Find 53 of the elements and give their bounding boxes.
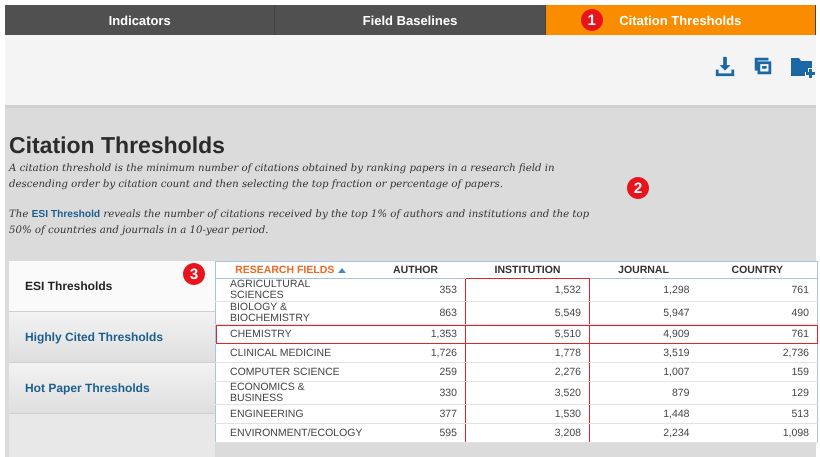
table-cell: 761 bbox=[698, 278, 818, 302]
table-cell: 490 bbox=[698, 302, 818, 324]
table-cell: 2,736 bbox=[698, 344, 818, 362]
description-text: A citation threshold is the minimum number of citations obtained by ranking papers in a research field in descending order by citation count and then selecting the top fraction or percentage of papers. bbox=[9, 162, 556, 192]
table-cell: 2,276 bbox=[466, 362, 590, 382]
table-cell: AGRICULTURAL SCIENCES bbox=[216, 278, 366, 302]
table-cell: 879 bbox=[590, 382, 698, 404]
table-cell: CHEMISTRY bbox=[216, 324, 366, 344]
column-header[interactable]: AUTHOR bbox=[393, 264, 438, 276]
page-title: Citation Thresholds bbox=[9, 132, 226, 159]
column-header[interactable]: JOURNAL bbox=[618, 264, 669, 276]
table-cell: 1,778 bbox=[466, 344, 590, 362]
table-cell: 3,520 bbox=[466, 382, 590, 404]
table-cell: 2,234 bbox=[590, 424, 698, 442]
sidebar-item[interactable]: Hot Paper Thresholds bbox=[9, 363, 215, 414]
table-cell: 3,519 bbox=[590, 344, 698, 362]
table-cell: CLINICAL MEDICINE bbox=[216, 344, 366, 362]
table-cell: 259 bbox=[366, 362, 466, 382]
table-cell: ECONOMICS & BUSINESS bbox=[216, 382, 366, 404]
table-cell: COMPUTER SCIENCE bbox=[216, 362, 366, 382]
table-cell: BIOLOGY & BIOCHEMISTRY bbox=[216, 302, 366, 324]
table-cell: 377 bbox=[366, 404, 466, 424]
sidebar-item[interactable]: Highly Cited Thresholds bbox=[9, 312, 215, 363]
table-cell: ENVIRONMENT/ECOLOGY bbox=[216, 424, 366, 442]
table-cell: 513 bbox=[698, 404, 818, 424]
table-cell: 1,532 bbox=[466, 278, 590, 302]
table-cell: 1,298 bbox=[590, 278, 698, 302]
table-cell: 3,208 bbox=[466, 424, 590, 442]
table-cell: 353 bbox=[366, 278, 466, 302]
column-header[interactable]: COUNTRY bbox=[731, 264, 784, 276]
table-cell: 1,530 bbox=[466, 404, 590, 424]
table-cell: 1,007 bbox=[590, 362, 698, 382]
download-icon[interactable] bbox=[714, 54, 736, 78]
esi-threshold-link[interactable]: ESI Threshold bbox=[32, 209, 100, 220]
column-header[interactable]: INSTITUTION bbox=[494, 264, 560, 276]
table-cell: 863 bbox=[366, 302, 466, 324]
sort-up-icon bbox=[338, 268, 346, 273]
table-cell: 5,510 bbox=[466, 324, 590, 344]
table-cell: 129 bbox=[698, 382, 818, 404]
table-cell: 1,353 bbox=[366, 324, 466, 344]
table-cell: 761 bbox=[698, 324, 818, 344]
table-cell: ENGINEERING bbox=[216, 404, 366, 424]
table-cell: 1,098 bbox=[698, 424, 818, 442]
table-cell: 5,549 bbox=[466, 302, 590, 324]
table-cell: 5,947 bbox=[590, 302, 698, 324]
description-text: The ESI Threshold reveals the number of citations received by the top 1% of authors and institutions and the top 50% of countries and journals in a 10-year period. bbox=[9, 208, 590, 238]
table-cell: 330 bbox=[366, 382, 466, 404]
callout-number: 2 bbox=[627, 177, 649, 199]
table-cell: 1,448 bbox=[590, 404, 698, 424]
table-cell: 595 bbox=[366, 424, 466, 442]
table-cell: 159 bbox=[698, 362, 818, 382]
table-cell: 4,909 bbox=[590, 324, 698, 344]
table-cell: 1,726 bbox=[366, 344, 466, 362]
